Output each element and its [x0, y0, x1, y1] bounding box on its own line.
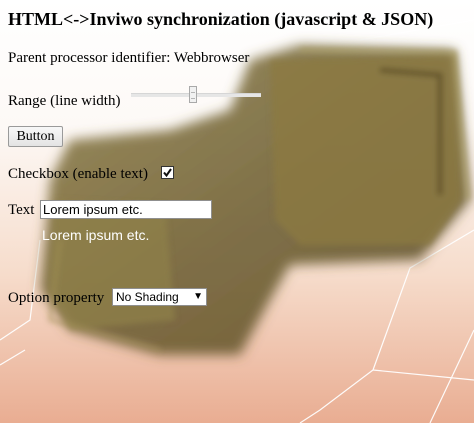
- text-label: Text: [8, 202, 35, 218]
- range-label: Range (line width): [8, 93, 121, 109]
- line-width-slider[interactable]: [131, 86, 261, 104]
- enable-text-checkbox[interactable]: [161, 166, 174, 179]
- slider-thumb[interactable]: [189, 86, 197, 103]
- shading-select-value: No Shading: [116, 290, 179, 304]
- option-property-label: Option property: [8, 290, 105, 306]
- text-input[interactable]: [40, 200, 212, 219]
- checkbox-label: Checkbox (enable text): [8, 166, 148, 182]
- check-icon: [163, 168, 172, 178]
- action-button[interactable]: Button: [8, 126, 63, 147]
- page-title: HTML<->Inviwo synchronization (javascrip…: [8, 9, 434, 29]
- text-echo: Lorem ipsum etc.: [42, 227, 150, 243]
- shading-select[interactable]: No Shading ▼: [112, 288, 207, 306]
- parent-processor-label: Parent processor identifier: Webbrowser: [8, 50, 250, 66]
- dropdown-arrow-icon: ▼: [193, 291, 203, 302]
